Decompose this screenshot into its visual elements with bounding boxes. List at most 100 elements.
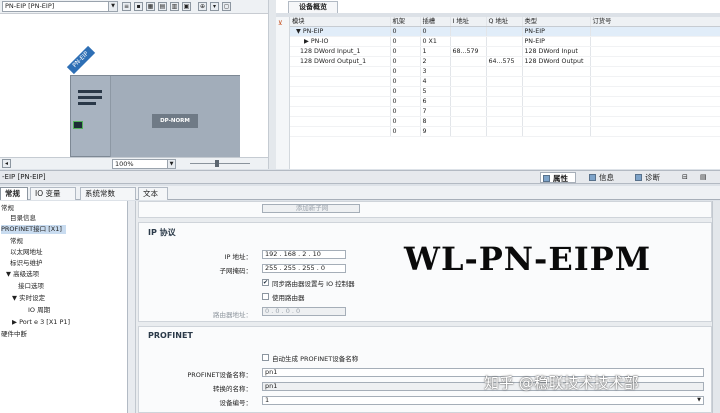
device-select-value: PN-EIP [PN-EIP] bbox=[5, 2, 55, 10]
auto-name-checkbox[interactable] bbox=[262, 354, 269, 361]
properties-icon[interactable]: ≡ bbox=[122, 2, 131, 11]
column-header[interactable]: 模块 bbox=[290, 17, 391, 27]
dropdown-icon[interactable]: ▾ bbox=[210, 2, 219, 11]
column-header[interactable]: 机架 bbox=[390, 17, 421, 27]
table-cell: 0 bbox=[390, 36, 421, 47]
grid-icon[interactable]: ▦ bbox=[146, 2, 155, 11]
tab-diagnostics-label: 诊断 bbox=[645, 173, 660, 182]
nav-item-catalog[interactable]: 目录信息 bbox=[10, 214, 36, 223]
zoom-slider-thumb[interactable] bbox=[215, 160, 219, 167]
table-cell bbox=[486, 86, 523, 97]
table-cell: 6 bbox=[420, 96, 451, 107]
table-cell: 0 bbox=[390, 26, 421, 37]
nav-item-port[interactable]: ▶ Port e 3 [X1 P1] bbox=[12, 318, 70, 327]
table-cell bbox=[290, 86, 391, 97]
sync-router-checkbox[interactable] bbox=[262, 279, 269, 286]
tab-properties[interactable]: 属性 bbox=[540, 172, 576, 183]
ip-address-field[interactable]: 192 . 168 . 2 . 10 bbox=[262, 250, 346, 259]
zoom-select[interactable]: 100% ▼ bbox=[112, 159, 176, 169]
table-cell bbox=[522, 66, 591, 77]
table-row[interactable]: 05 bbox=[290, 86, 720, 97]
table-row[interactable]: ▼ PN-EIP 0 0 PN-EIP bbox=[290, 26, 720, 37]
table-row[interactable]: 03 bbox=[290, 66, 720, 77]
table-cell bbox=[450, 96, 487, 107]
device-select[interactable]: PN-EIP [PN-EIP] ▼ bbox=[2, 1, 118, 12]
zoom-icon[interactable]: ⊕ bbox=[198, 2, 207, 11]
column-header[interactable]: Q 地址 bbox=[486, 17, 523, 27]
tab-diagnostics[interactable]: 诊断 bbox=[633, 172, 669, 183]
table-cell: 8 bbox=[420, 116, 451, 127]
subnet-mask-field[interactable]: 255 . 255 . 255 . 0 bbox=[262, 264, 346, 273]
router-address-field: 0 . 0 . 0 . 0 bbox=[262, 307, 346, 316]
nav-item-general-sub[interactable]: 常规 bbox=[10, 237, 23, 246]
tab-general[interactable]: 常规 bbox=[0, 187, 28, 200]
table-row[interactable]: 08 bbox=[290, 116, 720, 127]
content-scrollbar[interactable] bbox=[712, 201, 720, 413]
chevron-down-icon: ▼ bbox=[167, 160, 175, 168]
tab-io-tags[interactable]: IO 变量 bbox=[30, 187, 76, 200]
table-cell: PN-EIP bbox=[522, 26, 591, 37]
tab-info[interactable]: 信息 bbox=[587, 172, 623, 183]
nav-item-profinet-interface[interactable]: PROFINET接口 [X1] bbox=[1, 225, 66, 234]
table-row[interactable]: 04 bbox=[290, 76, 720, 87]
table-cell bbox=[590, 66, 720, 77]
add-subnet-button[interactable]: 添加新子网 bbox=[262, 204, 360, 213]
table-cell bbox=[486, 96, 523, 107]
vertical-scrollbar[interactable] bbox=[268, 0, 276, 169]
overlay-product-label: WL-PN-EIPM bbox=[404, 240, 652, 278]
column-header[interactable]: 插槽 bbox=[420, 17, 451, 27]
sync-router-label: 同步路由器设置与 IO 控制器 bbox=[272, 280, 355, 288]
table-cell bbox=[590, 86, 720, 97]
nav-item-interface-options[interactable]: 接口选项 bbox=[18, 282, 44, 291]
network-icon[interactable]: ▤ bbox=[158, 2, 167, 11]
layout-icon[interactable]: ▥ bbox=[170, 2, 179, 11]
column-header[interactable]: 订货号 bbox=[590, 17, 720, 27]
nav-item-advanced[interactable]: ▼ 高级选项 bbox=[6, 270, 39, 279]
nav-item-identification[interactable]: 标识与维护 bbox=[10, 259, 43, 268]
table-cell: ▶ PN-IO bbox=[290, 36, 391, 47]
tab-system-constants[interactable]: 系统常数 bbox=[80, 187, 136, 200]
use-router-checkbox[interactable] bbox=[262, 293, 269, 300]
ip-section-title: IP 协议 bbox=[148, 228, 176, 237]
nav-item-io-cycle[interactable]: IO 周期 bbox=[28, 306, 50, 315]
scroll-left-icon[interactable]: ◂ bbox=[2, 159, 11, 168]
table-row[interactable]: 06 bbox=[290, 96, 720, 107]
table-cell: 128 DWord Output bbox=[522, 56, 591, 67]
info-icon bbox=[589, 174, 596, 181]
save-icon[interactable]: ▪ bbox=[134, 2, 143, 11]
window-menu-icon[interactable]: ▤ bbox=[700, 173, 707, 181]
table-cell bbox=[290, 116, 391, 127]
properties-icon bbox=[543, 175, 550, 182]
row-header-column bbox=[276, 17, 290, 169]
table-row[interactable]: 07 bbox=[290, 106, 720, 117]
filter-icon[interactable]: ⊻ bbox=[278, 19, 288, 27]
nav-item-realtime[interactable]: ▼ 实时设定 bbox=[12, 294, 45, 303]
nav-item-general[interactable]: 常规 bbox=[1, 204, 14, 213]
nav-item-hw-interrupt[interactable]: 硬件中断 bbox=[1, 330, 27, 339]
port-icon[interactable] bbox=[73, 121, 83, 129]
column-header[interactable]: I 地址 bbox=[450, 17, 487, 27]
table-row[interactable]: ▶ PN-IO 0 0 X1 PN-EIP bbox=[290, 36, 720, 47]
table-cell: 128 DWord Input bbox=[522, 46, 591, 57]
table-cell bbox=[290, 76, 391, 87]
tab-texts[interactable]: 文本 bbox=[138, 187, 168, 200]
router-octet: 0 bbox=[275, 307, 280, 315]
ip-octet: 2 bbox=[302, 250, 307, 258]
table-row[interactable]: 128 DWord Input_1 0 1 68...579 128 DWord Inp… bbox=[290, 46, 720, 57]
expand-icon[interactable]: ⊟ bbox=[682, 173, 688, 181]
zoom-slider[interactable] bbox=[190, 163, 250, 164]
table-row[interactable]: 128 DWord Output_1 0 2 64...575 128 DWord Ou… bbox=[290, 56, 720, 67]
table-cell: 64...575 bbox=[486, 56, 523, 67]
tab-device-overview[interactable]: 设备概览 bbox=[288, 1, 338, 13]
table-cell bbox=[522, 76, 591, 87]
device-number-select[interactable]: 1 ▼ bbox=[262, 396, 704, 405]
nav-scrollbar[interactable] bbox=[128, 201, 136, 413]
table-cell bbox=[522, 106, 591, 117]
ip-octet: 168 bbox=[283, 250, 297, 258]
fit-icon[interactable]: ◻ bbox=[222, 2, 231, 11]
nav-item-ethernet[interactable]: 以太网地址 bbox=[10, 248, 43, 257]
column-header[interactable]: 类型 bbox=[522, 17, 591, 27]
table-row[interactable]: 09 bbox=[290, 126, 720, 137]
table-cell: PN-EIP bbox=[522, 36, 591, 47]
view-icon[interactable]: ▣ bbox=[182, 2, 191, 11]
